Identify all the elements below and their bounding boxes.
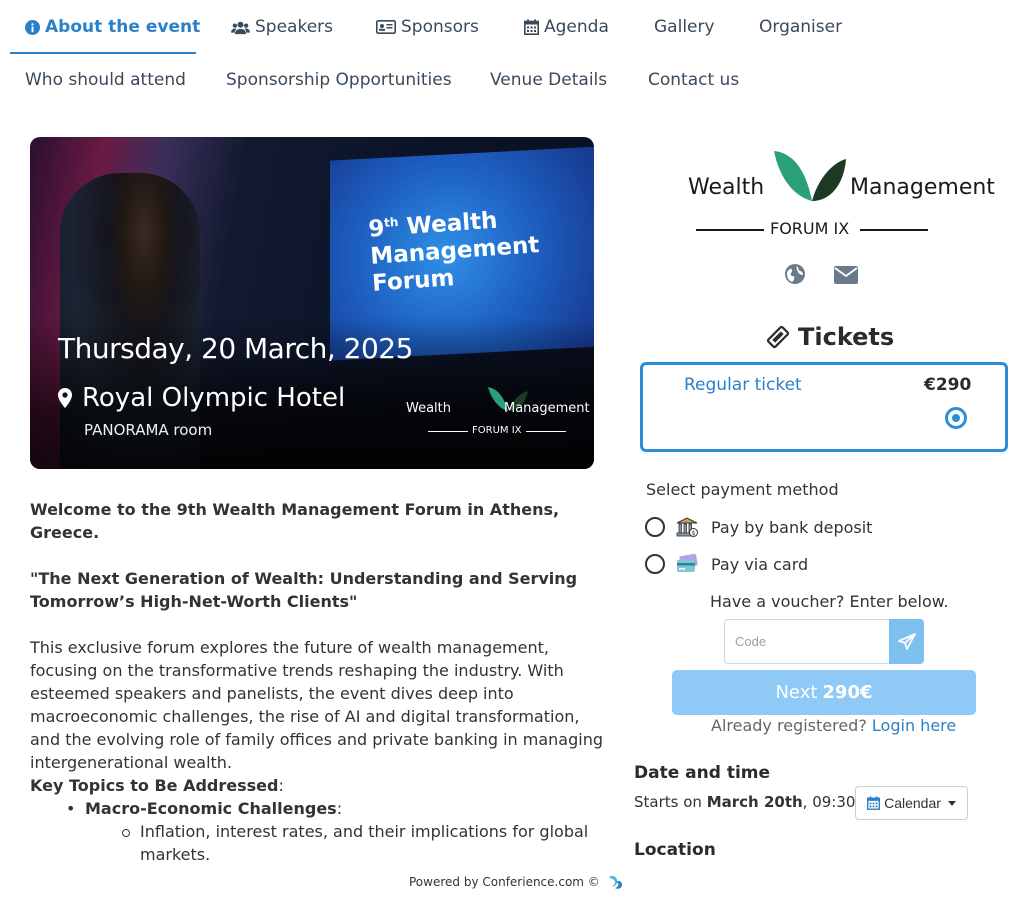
nav-tab-gallery[interactable]: Gallery [654, 14, 715, 40]
nav-tab-about-the-event[interactable]: About the event [25, 14, 200, 40]
map-pin-icon [58, 388, 72, 408]
nav-tab-agenda[interactable]: Agenda [524, 14, 609, 40]
nav-label: Organiser [759, 17, 843, 37]
ticket-icon [766, 325, 790, 349]
add-to-calendar-dropdown[interactable]: Calendar [855, 786, 968, 820]
banner-date: Thursday, 20 March, 2025 [58, 332, 413, 365]
conferience-logo-icon [608, 876, 622, 889]
website-link[interactable] [784, 263, 806, 290]
banner-screen-text: 9th Wealth Management Forum [367, 207, 541, 297]
banner-room: PANORAMA room [84, 421, 213, 439]
forum-logo: Wealth Management FORUM IX [680, 145, 1000, 245]
key-topics-heading: Key Topics to Be Addressed: [30, 776, 284, 795]
email-link[interactable] [834, 266, 858, 289]
event-description: Welcome to the 9th Wealth Management For… [30, 498, 610, 866]
id-card-icon [376, 20, 396, 34]
nav-label: About the event [45, 17, 201, 37]
users-icon [231, 21, 250, 34]
ticket-price: €290 [924, 375, 972, 395]
date-and-time-heading: Date and time [634, 763, 771, 783]
location-heading: Location [634, 840, 716, 860]
nav-label: Sponsors [401, 17, 479, 37]
paper-plane-icon [897, 632, 916, 650]
banner-venue: Royal Olympic Hotel [58, 383, 345, 413]
start-datetime: Starts on March 20th, 09:30 [634, 793, 856, 811]
calendar-button-label: Calendar [884, 795, 941, 811]
globe-icon [785, 264, 805, 284]
voucher-submit-button[interactable] [889, 619, 924, 664]
list-item: Inflation, interest rates, and their imp… [30, 820, 610, 866]
nav-tab-speakers[interactable]: Speakers [231, 14, 333, 40]
payment-option-bank-deposit[interactable]: $ Pay by bank deposit [645, 515, 872, 539]
event-theme-quote: "The Next Generation of Wealth: Understa… [30, 569, 578, 611]
chevron-down-icon [947, 800, 956, 806]
nav-label: Sponsorship Opportunities [226, 70, 452, 90]
payment-option-card[interactable]: Pay via card [645, 552, 808, 576]
banner-venue-name: Royal Olympic Hotel [82, 383, 346, 413]
nav-tab-sponsorship-opportunities[interactable]: Sponsorship Opportunities [226, 67, 452, 93]
already-registered-text: Already registered? [711, 716, 867, 735]
powered-by-text: Powered by Conferience.com © [409, 875, 600, 889]
nav-tab-organiser[interactable]: Organiser [759, 14, 842, 40]
nav-label: Who should attend [25, 70, 186, 90]
next-button-amount: 290€ [822, 682, 873, 703]
radio-button[interactable] [645, 554, 665, 574]
next-button-label: Next [775, 682, 818, 703]
active-tab-underline [10, 52, 196, 54]
voucher-code-input[interactable] [724, 619, 890, 664]
welcome-heading: Welcome to the 9th Wealth Management For… [30, 500, 560, 542]
nav-label: Speakers [255, 17, 334, 37]
nav-tab-sponsors[interactable]: Sponsors [376, 14, 479, 40]
nav-tab-contact-us[interactable]: Contact us [648, 67, 739, 93]
list-item: Macro-Economic Challenges: [30, 797, 610, 820]
info-circle-icon [25, 19, 40, 35]
nav-tab-who-should-attend[interactable]: Who should attend [25, 67, 186, 93]
bank-icon: $ [676, 517, 698, 537]
envelope-icon [834, 266, 858, 284]
next-button[interactable]: Next 290€ [672, 670, 976, 715]
svg-text:$: $ [692, 530, 696, 537]
already-registered: Already registered? Login here [711, 716, 956, 735]
payment-option-label: Pay via card [711, 554, 809, 574]
login-link[interactable]: Login here [872, 716, 956, 735]
radio-button[interactable] [645, 517, 665, 537]
voucher-label: Have a voucher? Enter below. [710, 592, 949, 611]
ticket-option-regular[interactable]: Regular ticket €290 [640, 362, 1008, 452]
ticket-name: Regular ticket [684, 375, 802, 395]
event-banner-image: 9th Wealth Management Forum Thursday, 20… [30, 137, 594, 469]
logo-subtitle: FORUM IX [770, 219, 850, 238]
nav-label: Agenda [544, 17, 609, 37]
banner-logo: Wealth Management FORUM IX [402, 383, 592, 438]
top-navigation: About the event Speakers Sponsors Agenda… [0, 0, 1024, 110]
calendar-icon [867, 796, 881, 810]
forum-logo-mark [774, 151, 846, 201]
nav-label: Contact us [648, 70, 740, 90]
ticket-radio-selected[interactable] [945, 407, 967, 429]
event-description-paragraph: This exclusive forum explores the future… [30, 638, 604, 772]
tickets-heading: Tickets [766, 323, 894, 351]
calendar-icon [524, 19, 539, 35]
payment-option-label: Pay by bank deposit [711, 517, 873, 537]
logo-word-left: Wealth [688, 175, 765, 200]
nav-label: Venue Details [490, 70, 608, 90]
logo-word-right: Management [850, 175, 995, 200]
nav-tab-venue-details[interactable]: Venue Details [490, 67, 607, 93]
nav-label: Gallery [654, 17, 715, 37]
payment-method-label: Select payment method [646, 480, 839, 499]
powered-by-footer[interactable]: Powered by Conferience.com © [409, 873, 624, 891]
credit-card-icon [677, 553, 698, 572]
tickets-title-text: Tickets [798, 323, 895, 351]
